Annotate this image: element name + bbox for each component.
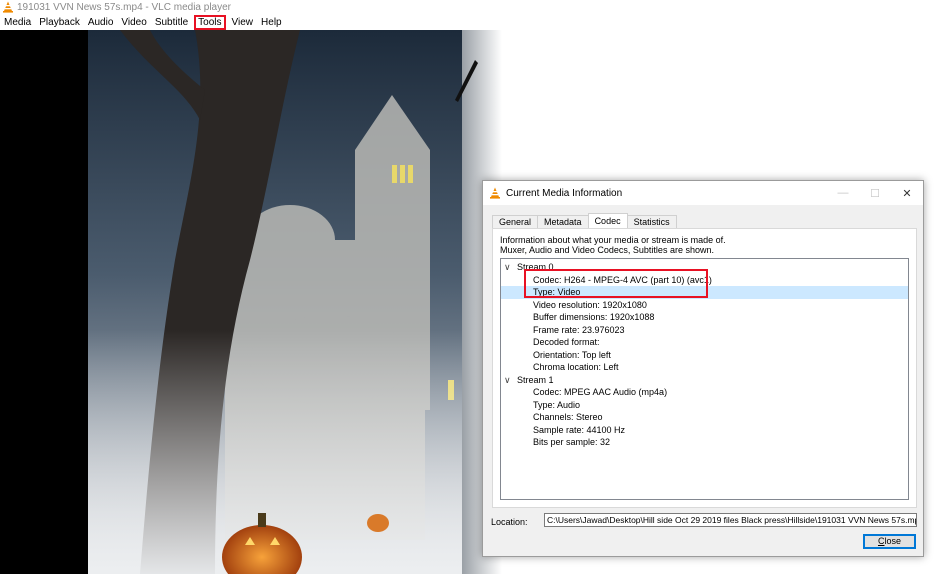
- tree-item[interactable]: Orientation: Top left: [501, 349, 908, 362]
- location-field[interactable]: C:\Users\Jawad\Desktop\Hill side Oct 29 …: [544, 513, 917, 527]
- chevron-down-icon[interactable]: ∨: [504, 374, 511, 387]
- tree-item[interactable]: Bits per sample: 32: [501, 436, 908, 449]
- tree-item[interactable]: Type: Audio: [501, 399, 908, 412]
- close-icon[interactable]: ✕: [891, 181, 923, 205]
- codec-description: Information about what your media or str…: [500, 235, 910, 255]
- menu-audio[interactable]: Audio: [86, 15, 120, 30]
- tab-bar: General Metadata Codec Statistics: [492, 213, 677, 228]
- tree-item[interactable]: Chroma location: Left: [501, 361, 908, 374]
- tree-stream-1[interactable]: ∨ Stream 1: [501, 374, 908, 387]
- description-line-2: Muxer, Audio and Video Codecs, Subtitles…: [500, 245, 714, 255]
- maximize-icon[interactable]: ☐: [859, 181, 891, 205]
- window-title: 191031 VVN News 57s.mp4 - VLC media play…: [17, 1, 231, 13]
- menu-video[interactable]: Video: [119, 15, 152, 30]
- tree-item-label: Stream 0: [517, 262, 554, 272]
- menu-view[interactable]: View: [230, 15, 260, 30]
- dialog-title-bar: Current Media Information — ☐ ✕: [483, 181, 923, 205]
- menu-subtitle[interactable]: Subtitle: [153, 15, 194, 30]
- menu-tools[interactable]: Tools: [194, 14, 226, 30]
- description-line-1: Information about what your media or str…: [500, 235, 726, 245]
- vlc-cone-icon: [3, 1, 13, 13]
- codec-tree[interactable]: ∨ Stream 0 Codec: H264 - MPEG-4 AVC (par…: [500, 258, 909, 500]
- tab-codec[interactable]: Codec: [587, 213, 628, 228]
- menu-playback[interactable]: Playback: [37, 15, 86, 30]
- media-info-dialog: Current Media Information — ☐ ✕ General …: [482, 180, 924, 557]
- minimize-icon[interactable]: —: [827, 181, 859, 205]
- tab-statistics[interactable]: Statistics: [626, 215, 677, 228]
- tree-item[interactable]: Decoded format:: [501, 336, 908, 349]
- menu-media[interactable]: Media: [2, 15, 37, 30]
- close-button[interactable]: Close: [863, 534, 916, 549]
- tab-general[interactable]: General: [492, 215, 539, 228]
- tree-item[interactable]: Sample rate: 44100 Hz: [501, 424, 908, 437]
- tree-stream-0[interactable]: ∨ Stream 0: [501, 261, 908, 274]
- close-button-label: lose: [884, 536, 901, 546]
- tree-item[interactable]: Channels: Stereo: [501, 411, 908, 424]
- location-label: Location:: [491, 517, 528, 527]
- tree-item[interactable]: Video resolution: 1920x1080: [501, 299, 908, 312]
- tree-item[interactable]: Buffer dimensions: 1920x1088: [501, 311, 908, 324]
- tab-metadata[interactable]: Metadata: [537, 215, 589, 228]
- tree-item[interactable]: Codec: H264 - MPEG-4 AVC (part 10) (avc1…: [501, 274, 908, 287]
- tree-item-selected[interactable]: Type: Video: [501, 286, 908, 299]
- title-bar: 191031 VVN News 57s.mp4 - VLC media play…: [0, 0, 934, 14]
- codec-panel: Information about what your media or str…: [492, 228, 917, 508]
- menu-help[interactable]: Help: [259, 15, 288, 30]
- chevron-down-icon[interactable]: ∨: [504, 261, 511, 274]
- tree-item-label: Stream 1: [517, 374, 554, 385]
- dialog-title: Current Media Information: [506, 187, 623, 199]
- menu-bar: Media Playback Audio Video Subtitle Tool…: [0, 14, 934, 30]
- tree-item[interactable]: Codec: MPEG AAC Audio (mp4a): [501, 386, 908, 399]
- tree-item[interactable]: Frame rate: 23.976023: [501, 324, 908, 337]
- vlc-cone-icon: [490, 187, 500, 199]
